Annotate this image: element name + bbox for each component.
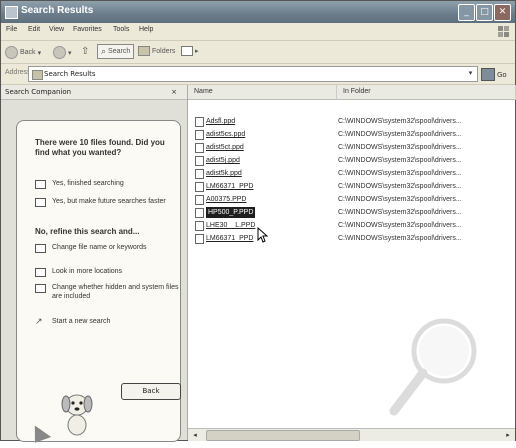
windows-logo-icon xyxy=(498,26,509,37)
search-dog-icon[interactable] xyxy=(57,387,97,437)
file-icon xyxy=(195,129,204,140)
explorer-window: Search Results _ □ ✕ File Edit View Favo… xyxy=(0,0,516,448)
file-icon xyxy=(195,233,204,244)
option-icon xyxy=(35,244,46,253)
maximize-button[interactable]: □ xyxy=(476,4,493,21)
go-button[interactable]: Go xyxy=(481,68,507,81)
address-bar: Address Search Results ▾ Go xyxy=(1,64,515,85)
file-icon xyxy=(195,116,204,127)
menu-help[interactable]: Help xyxy=(139,26,153,33)
file-icon xyxy=(195,142,204,153)
column-header-name[interactable]: Name xyxy=(188,85,337,100)
mouse-cursor-icon xyxy=(257,227,269,243)
forward-arrow-icon xyxy=(53,46,66,59)
file-icon xyxy=(195,181,204,192)
search-folder-icon xyxy=(32,70,43,80)
scroll-thumb[interactable] xyxy=(206,430,360,441)
minimize-button[interactable]: _ xyxy=(458,4,475,21)
folder-icon xyxy=(138,46,150,56)
file-icon xyxy=(195,168,204,179)
file-row[interactable]: adist5k.ppd C:\WINDOWS\system32\spool\dr… xyxy=(188,168,515,179)
pane-title: Search Companion xyxy=(5,88,72,96)
file-icon xyxy=(195,194,204,205)
results-question: There were 10 files found. Did you find … xyxy=(35,138,165,157)
option-icon xyxy=(35,268,46,277)
address-dropdown-button[interactable]: ▾ xyxy=(465,68,476,78)
file-icon xyxy=(195,220,204,231)
scroll-left-icon[interactable]: ◂ xyxy=(190,430,200,440)
pane-header: Search Companion × xyxy=(1,85,187,100)
back-nav-button[interactable]: Back ▾ xyxy=(5,46,41,59)
menu-bar: File Edit View Favorites Tools Help xyxy=(1,23,515,41)
address-label: Address xyxy=(5,69,31,76)
search-toolbar-button[interactable]: ⌕ Search xyxy=(97,44,135,59)
menu-view[interactable]: View xyxy=(49,26,64,33)
file-row[interactable]: adist5ct.ppd C:\WINDOWS\system32\spool\d… xyxy=(188,142,515,153)
file-row[interactable]: LM66371_PPD C:\WINDOWS\system32\spool\dr… xyxy=(188,233,515,244)
folders-toolbar-button[interactable]: Folders xyxy=(138,46,175,56)
option-icon xyxy=(35,180,46,189)
menu-tools[interactable]: Tools xyxy=(113,26,129,33)
search-icon: ⌕ xyxy=(101,46,107,56)
up-folder-button[interactable]: ⇧ xyxy=(81,46,89,57)
column-header-folder[interactable]: In Folder xyxy=(337,85,516,100)
back-arrow-icon xyxy=(5,46,18,59)
window-icon xyxy=(5,6,18,19)
file-row[interactable]: LM66371_PPD C:\WINDOWS\system32\spool\dr… xyxy=(188,181,515,192)
option-icon xyxy=(35,284,46,293)
refine-heading: No, refine this search and... xyxy=(35,227,140,236)
option-icon xyxy=(35,198,46,207)
file-row[interactable]: Adsfl.ppd C:\WINDOWS\system32\spool\driv… xyxy=(188,116,515,127)
new-search-arrow-icon: ↗ xyxy=(35,316,43,326)
file-icon xyxy=(195,155,204,166)
search-companion-bubble: There were 10 files found. Did you find … xyxy=(16,120,181,442)
file-row-selected[interactable]: HP500_P.PPD C:\WINDOWS\system32\spool\dr… xyxy=(188,207,515,218)
title-bar[interactable]: Search Results _ □ ✕ xyxy=(1,1,515,23)
toolbar: Back ▾ ▾ ⇧ ⌕ Search Folders ▸ xyxy=(1,41,515,64)
menu-edit[interactable]: Edit xyxy=(28,26,40,33)
pane-close-button[interactable]: × xyxy=(171,85,177,99)
up-folder-icon: ⇧ xyxy=(81,46,90,57)
file-row[interactable]: adist5j.ppd C:\WINDOWS\system32\spool\dr… xyxy=(188,155,515,166)
forward-nav-button[interactable]: ▾ xyxy=(53,46,72,59)
address-input[interactable]: Search Results ▾ xyxy=(28,66,478,82)
magnifier-watermark-icon xyxy=(389,318,477,416)
close-button[interactable]: ✕ xyxy=(494,4,511,21)
menu-file[interactable]: File xyxy=(6,26,17,33)
views-icon xyxy=(181,46,193,56)
file-icon xyxy=(195,207,204,218)
file-row[interactable]: A00375.PPD C:\WINDOWS\system32\spool\dri… xyxy=(188,194,515,205)
menu-favorites[interactable]: Favorites xyxy=(73,26,102,33)
file-row[interactable]: adist5cs.ppd C:\WINDOWS\system32\spool\d… xyxy=(188,129,515,140)
pane-back-button[interactable]: Back xyxy=(121,383,181,400)
horizontal-scrollbar[interactable]: ◂ ▸ xyxy=(188,428,515,441)
file-row[interactable]: LHE30__L.PPD C:\WINDOWS\system32\spool\d… xyxy=(188,220,515,231)
views-toolbar-button[interactable]: ▸ xyxy=(181,46,199,56)
window-title: Search Results xyxy=(21,5,94,16)
go-arrow-icon xyxy=(481,68,495,81)
scroll-right-icon[interactable]: ▸ xyxy=(503,430,513,440)
